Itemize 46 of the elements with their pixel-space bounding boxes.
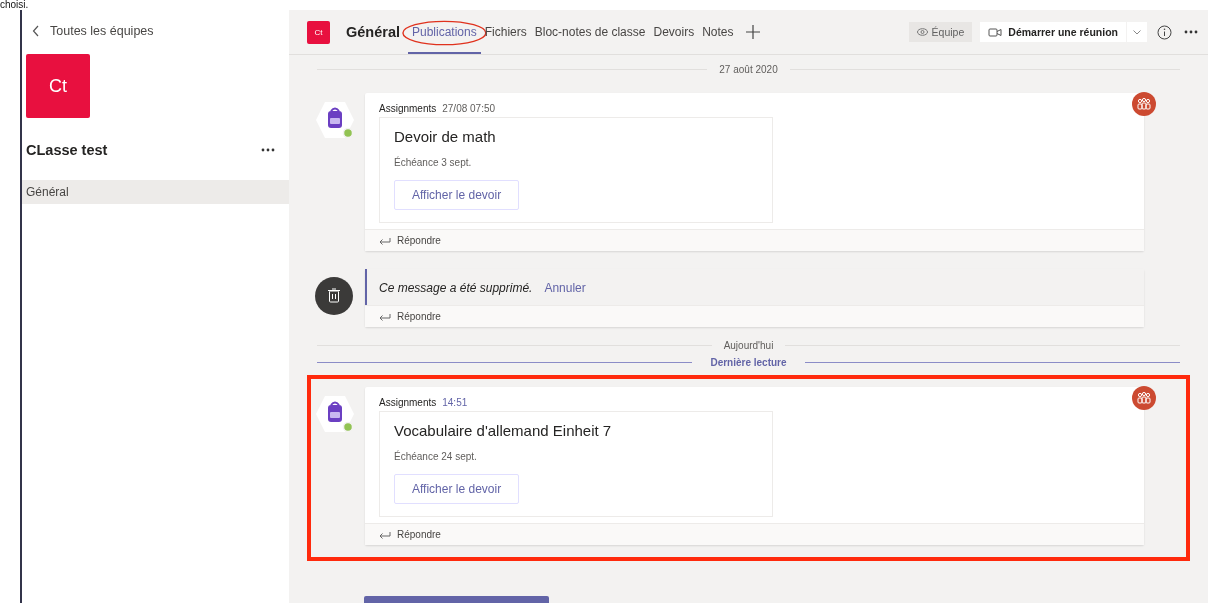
meeting-button[interactable]: Démarrer une réunion xyxy=(980,22,1126,42)
more-icon[interactable] xyxy=(261,148,275,152)
reply-button[interactable]: Répondre xyxy=(365,229,1144,251)
team-button[interactable]: Équipe xyxy=(908,22,973,42)
deleted-notice: Ce message a été supprimé. xyxy=(379,281,533,295)
channel-avatar: Ct xyxy=(307,20,330,44)
more-icon[interactable] xyxy=(1184,30,1198,34)
tab[interactable]: Fichiers xyxy=(480,10,531,54)
eye-icon xyxy=(916,28,928,36)
due-date: Échéance 24 sept. xyxy=(394,451,478,462)
tab[interactable]: Devoirs xyxy=(649,10,699,54)
message-time: 14:51 xyxy=(442,397,468,408)
reply-button[interactable]: Répondre xyxy=(365,305,1144,327)
date-divider: Aujourd'hui xyxy=(723,339,774,351)
view-assignment-button[interactable]: Afficher le devoir xyxy=(394,474,520,504)
back-link[interactable]: Toutes les équipes xyxy=(22,10,289,38)
reply-arrow-icon xyxy=(379,312,391,321)
tab[interactable]: Publications xyxy=(408,10,481,54)
reply-arrow-icon xyxy=(379,236,391,245)
channel-title: Général xyxy=(346,24,400,40)
team-name: CLasse test xyxy=(26,142,108,158)
info-icon[interactable] xyxy=(1157,24,1172,40)
chevron-left-icon xyxy=(32,25,40,37)
tab[interactable]: Bloc-notes de classe xyxy=(530,10,650,54)
trash-icon xyxy=(315,277,353,315)
undo-link[interactable]: Annuler xyxy=(544,281,586,295)
reply-arrow-icon xyxy=(379,530,391,539)
message-time: 27/08 07:50 xyxy=(442,103,496,114)
date-divider: 27 août 2020 xyxy=(719,63,778,75)
caption-text: choisi. xyxy=(0,0,29,10)
view-assignment-button[interactable]: Afficher le devoir xyxy=(394,180,520,210)
video-camera-icon xyxy=(988,26,1003,38)
backpack-avatar-icon xyxy=(315,395,355,433)
add-tab-icon[interactable] xyxy=(745,25,760,39)
assignment-title: Vocabulaire d'allemand Einheit 7 xyxy=(394,422,613,439)
team-avatar: Ct xyxy=(26,54,90,118)
due-date: Échéance 3 sept. xyxy=(394,157,473,168)
channel-item[interactable]: Général xyxy=(22,180,289,204)
tab[interactable]: Notes xyxy=(698,10,738,54)
sender-name: Assignments xyxy=(379,103,437,114)
sender-name: Assignments xyxy=(379,397,437,408)
reply-button[interactable]: Répondre xyxy=(365,523,1144,545)
last-read-label: Dernière lecture xyxy=(709,356,788,368)
backpack-avatar-icon xyxy=(315,101,355,139)
assignment-title: Devoir de math xyxy=(394,128,497,145)
caret-icon xyxy=(1133,29,1141,35)
